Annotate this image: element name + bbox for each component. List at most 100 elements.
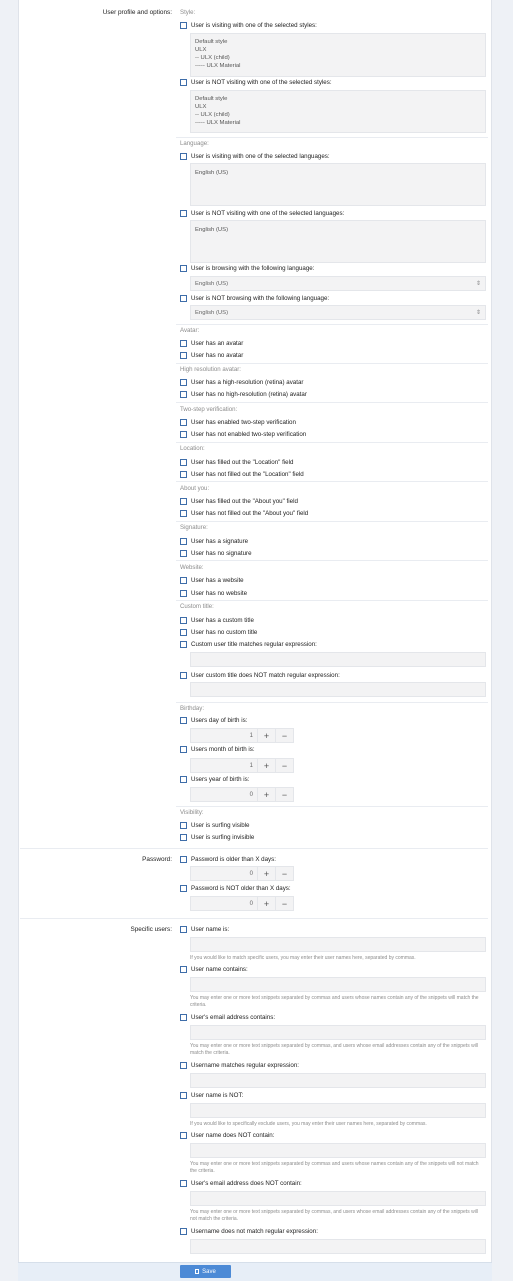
birth-day-stepper[interactable]: 1 + − bbox=[190, 728, 294, 743]
username-contains-checkbox[interactable]: User name contains: bbox=[180, 966, 248, 973]
plus-button[interactable]: + bbox=[258, 787, 276, 802]
custom-title-none-checkbox[interactable]: User has no custom title bbox=[180, 629, 257, 636]
visibility-visible-checkbox[interactable]: User is surfing visible bbox=[180, 822, 249, 829]
password-not-older-checkbox[interactable]: Password is NOT older than X days: bbox=[180, 885, 291, 892]
checkbox-box[interactable] bbox=[180, 717, 187, 724]
username-not-regex-checkbox[interactable]: Username does not match regular expressi… bbox=[180, 1228, 318, 1235]
custom-title-regex-checkbox[interactable]: Custom user title matches regular expres… bbox=[180, 641, 317, 648]
twostep-not-enabled-checkbox[interactable]: User has not enabled two-step verificati… bbox=[180, 431, 306, 438]
style-visiting-select[interactable]: Default style ULX -- ULX (child) ----- U… bbox=[190, 33, 486, 77]
checkbox-box[interactable] bbox=[180, 1014, 187, 1021]
avatar-none-checkbox[interactable]: User has no avatar bbox=[180, 352, 243, 359]
stepper-value[interactable]: 0 bbox=[190, 896, 258, 911]
checkbox-box[interactable] bbox=[180, 746, 187, 753]
custom-title-not-regex-input[interactable] bbox=[190, 682, 486, 697]
checkbox-box[interactable] bbox=[180, 379, 187, 386]
minus-button[interactable]: − bbox=[276, 758, 294, 773]
checkbox-box[interactable] bbox=[180, 1180, 187, 1187]
username-is-input[interactable] bbox=[190, 937, 486, 952]
minus-button[interactable]: − bbox=[276, 787, 294, 802]
option[interactable]: -- ULX (child) bbox=[195, 112, 481, 120]
stepper-value[interactable]: 1 bbox=[190, 728, 258, 743]
language-not-visiting-select[interactable]: English (US) bbox=[190, 220, 486, 263]
stepper-value[interactable]: 0 bbox=[190, 787, 258, 802]
about-filled-checkbox[interactable]: User has filled out the "About you" fiel… bbox=[180, 498, 298, 505]
birth-month-checkbox[interactable]: Users month of birth is: bbox=[180, 746, 255, 753]
checkbox-box[interactable] bbox=[180, 265, 187, 272]
minus-button[interactable]: − bbox=[276, 866, 294, 881]
checkbox-box[interactable] bbox=[180, 498, 187, 505]
checkbox-box[interactable] bbox=[180, 510, 187, 517]
website-none-checkbox[interactable]: User has no website bbox=[180, 590, 247, 597]
save-button[interactable]: Save bbox=[180, 1265, 231, 1278]
birth-month-stepper[interactable]: 1 + − bbox=[190, 758, 294, 773]
password-older-checkbox[interactable]: Password is older than X days: bbox=[180, 856, 276, 863]
plus-button[interactable]: + bbox=[258, 896, 276, 911]
option[interactable]: English (US) bbox=[195, 170, 481, 178]
checkbox-box[interactable] bbox=[180, 885, 187, 892]
checkbox-box[interactable] bbox=[180, 295, 187, 302]
language-browsing-checkbox[interactable]: User is browsing with the following lang… bbox=[180, 265, 314, 272]
username-not-input[interactable] bbox=[190, 1103, 486, 1118]
checkbox-box[interactable] bbox=[180, 1092, 187, 1099]
checkbox-box[interactable] bbox=[180, 1132, 187, 1139]
plus-button[interactable]: + bbox=[258, 758, 276, 773]
checkbox-box[interactable] bbox=[180, 471, 187, 478]
custom-title-not-regex-checkbox[interactable]: User custom title does NOT match regular… bbox=[180, 672, 340, 679]
checkbox-box[interactable] bbox=[180, 1228, 187, 1235]
checkbox-box[interactable] bbox=[180, 776, 187, 783]
checkbox-box[interactable] bbox=[180, 617, 187, 624]
language-not-browsing-dropdown[interactable]: English (US) ⇕ bbox=[190, 305, 486, 320]
language-browsing-dropdown[interactable]: English (US) ⇕ bbox=[190, 276, 486, 291]
checkbox-box[interactable] bbox=[180, 856, 187, 863]
checkbox-box[interactable] bbox=[180, 1062, 187, 1069]
style-visiting-checkbox[interactable]: User is visiting with one of the selecte… bbox=[180, 22, 317, 29]
username-not-contain-checkbox[interactable]: User name does NOT contain: bbox=[180, 1132, 274, 1139]
checkbox-box[interactable] bbox=[180, 672, 187, 679]
plus-button[interactable]: + bbox=[258, 728, 276, 743]
checkbox-box[interactable] bbox=[180, 822, 187, 829]
email-not-contain-checkbox[interactable]: User's email address does NOT contain: bbox=[180, 1180, 302, 1187]
stepper-value[interactable]: 0 bbox=[190, 866, 258, 881]
username-not-regex-input[interactable] bbox=[190, 1239, 486, 1254]
birth-year-checkbox[interactable]: Users year of birth is: bbox=[180, 776, 249, 783]
option[interactable]: ULX bbox=[195, 47, 481, 55]
plus-button[interactable]: + bbox=[258, 866, 276, 881]
email-not-contain-input[interactable] bbox=[190, 1191, 486, 1206]
minus-button[interactable]: − bbox=[276, 896, 294, 911]
username-is-checkbox[interactable]: User name is: bbox=[180, 926, 229, 933]
custom-title-regex-input[interactable] bbox=[190, 652, 486, 667]
checkbox-box[interactable] bbox=[180, 419, 187, 426]
hires-none-checkbox[interactable]: User has no high-resolution (retina) ava… bbox=[180, 391, 307, 398]
about-not-filled-checkbox[interactable]: User has not filled out the "About you" … bbox=[180, 510, 308, 517]
checkbox-box[interactable] bbox=[180, 22, 187, 29]
password-not-older-stepper[interactable]: 0 + − bbox=[190, 896, 294, 911]
username-contains-input[interactable] bbox=[190, 977, 486, 992]
checkbox-box[interactable] bbox=[180, 590, 187, 597]
signature-has-checkbox[interactable]: User has a signature bbox=[180, 538, 248, 545]
location-not-filled-checkbox[interactable]: User has not filled out the "Location" f… bbox=[180, 471, 304, 478]
minus-button[interactable]: − bbox=[276, 728, 294, 743]
option[interactable]: English (US) bbox=[195, 227, 481, 235]
password-older-stepper[interactable]: 0 + − bbox=[190, 866, 294, 881]
checkbox-box[interactable] bbox=[180, 79, 187, 86]
option[interactable]: -- ULX (child) bbox=[195, 55, 481, 63]
website-has-checkbox[interactable]: User has a website bbox=[180, 577, 244, 584]
option[interactable]: ----- ULX Material bbox=[195, 120, 481, 128]
checkbox-box[interactable] bbox=[180, 550, 187, 557]
stepper-value[interactable]: 1 bbox=[190, 758, 258, 773]
language-visiting-checkbox[interactable]: User is visiting with one of the selecte… bbox=[180, 153, 330, 160]
language-not-visiting-checkbox[interactable]: User is NOT visiting with one of the sel… bbox=[180, 210, 344, 217]
checkbox-box[interactable] bbox=[180, 538, 187, 545]
option[interactable]: Default style bbox=[195, 96, 481, 104]
checkbox-box[interactable] bbox=[180, 340, 187, 347]
username-regex-input[interactable] bbox=[190, 1073, 486, 1088]
visibility-invisible-checkbox[interactable]: User is surfing invisible bbox=[180, 834, 254, 841]
style-not-visiting-select[interactable]: Default style ULX -- ULX (child) ----- U… bbox=[190, 90, 486, 133]
email-contains-input[interactable] bbox=[190, 1025, 486, 1040]
language-not-browsing-checkbox[interactable]: User is NOT browsing with the following … bbox=[180, 295, 329, 302]
checkbox-box[interactable] bbox=[180, 153, 187, 160]
checkbox-box[interactable] bbox=[180, 352, 187, 359]
style-not-visiting-checkbox[interactable]: User is NOT visiting with one of the sel… bbox=[180, 79, 332, 86]
checkbox-box[interactable] bbox=[180, 391, 187, 398]
